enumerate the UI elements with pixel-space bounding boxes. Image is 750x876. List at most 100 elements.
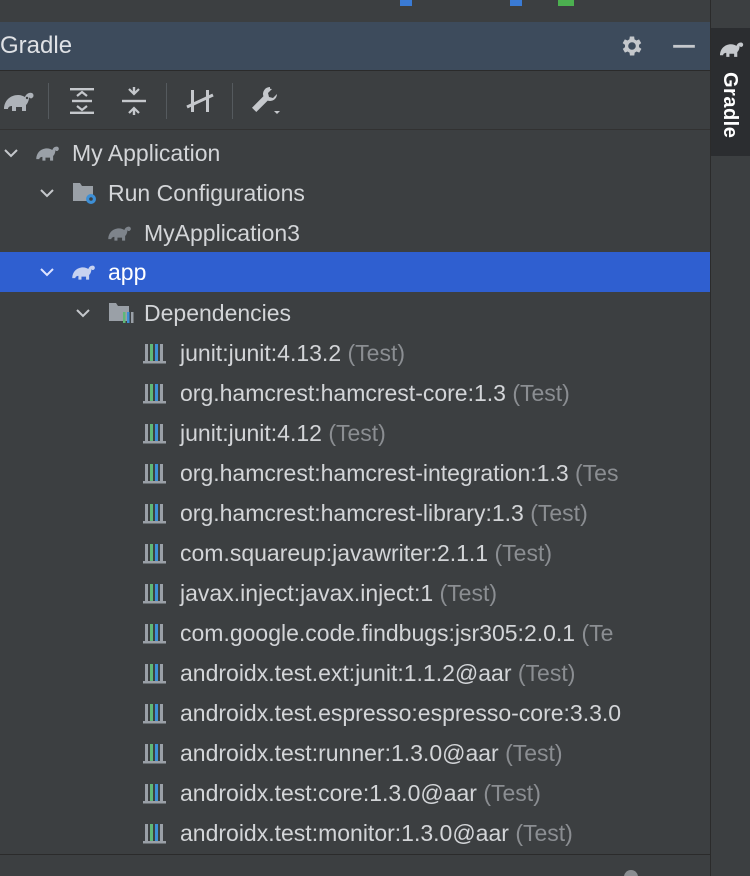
dependency-scope: (Test)	[505, 740, 563, 766]
chevron-down-icon[interactable]	[38, 184, 56, 202]
library-icon	[143, 824, 166, 844]
toolbar-indicator	[510, 0, 522, 6]
dependency-row[interactable]: androidx.test:monitor:1.3.0@aar (Test)	[0, 813, 710, 853]
library-icon	[143, 464, 166, 484]
bottom-status-strip	[0, 854, 710, 876]
expand-all-icon	[70, 88, 94, 114]
dependency-label: androidx.test.espresso:espresso-core:3.3…	[180, 693, 621, 733]
panel-title: Gradle	[0, 32, 73, 59]
dependency-scope: (Test)	[512, 380, 570, 406]
dependency-row[interactable]: org.hamcrest:hamcrest-library:1.3 (Test)	[0, 493, 710, 533]
dependency-name: com.squareup:javawriter:2.1.1	[180, 540, 489, 566]
dependency-scope: (Test)	[439, 580, 498, 606]
dependency-name: androidx.test:monitor:1.3.0@aar	[180, 820, 509, 846]
dependency-name: org.hamcrest:hamcrest-library:1.3	[180, 500, 524, 526]
panel-toolbar	[0, 71, 710, 130]
dependency-row[interactable]: junit:junit:4.13.2 (Test)	[0, 333, 710, 373]
settings-button[interactable]	[616, 30, 648, 62]
dependency-row[interactable]: org.hamcrest:hamcrest-integration:1.3 (T…	[0, 453, 710, 493]
tree-node-label: My Application	[72, 140, 221, 166]
library-icon	[143, 544, 166, 564]
dependency-label: org.hamcrest:hamcrest-core:1.3 (Test)	[180, 373, 570, 413]
chevron-down-icon[interactable]	[2, 144, 20, 162]
dependency-label: javax.inject:javax.inject:1 (Test)	[180, 573, 497, 613]
chevron-down-icon[interactable]	[74, 304, 92, 322]
gear-icon	[622, 36, 642, 56]
build-settings-button[interactable]	[248, 83, 284, 119]
collapse-all-icon	[122, 87, 146, 115]
dependency-label: junit:junit:4.12 (Test)	[180, 413, 386, 453]
dependency-name: org.hamcrest:hamcrest-integration:1.3	[180, 460, 569, 486]
dependency-row[interactable]: androidx.test.espresso:espresso-core:3.3…	[0, 693, 710, 733]
library-icon	[143, 744, 166, 764]
dependency-label: androidx.test:monitor:1.3.0@aar (Test)	[180, 813, 573, 853]
expand-all-button[interactable]	[64, 83, 100, 119]
library-icon	[143, 504, 166, 524]
dependency-row[interactable]: androidx.test:runner:1.3.0@aar (Test)	[0, 733, 710, 773]
dependency-label: androidx.test:runner:1.3.0@aar (Test)	[180, 733, 563, 773]
dependency-label: androidx.test.ext:junit:1.1.2@aar (Test)	[180, 653, 575, 693]
right-tool-strip: Gradle	[710, 0, 750, 876]
library-icon	[143, 704, 166, 724]
dependency-scope: (Test)	[517, 660, 576, 686]
tree-node-label: MyApplication3	[144, 220, 300, 246]
library-icon	[143, 344, 166, 364]
dependency-scope: (Test)	[515, 820, 573, 846]
folder-settings-icon	[73, 183, 96, 204]
dependency-scope: (Test)	[328, 420, 386, 446]
library-icon	[143, 784, 166, 804]
dependency-row[interactable]: javax.inject:javax.inject:1 (Test)	[0, 573, 710, 613]
dependency-name: junit:junit:4.13.2	[180, 340, 342, 366]
dependency-scope: (Tes	[575, 460, 619, 486]
library-icon	[143, 584, 166, 604]
tree-node-run-configurations[interactable]: Run Configurations	[0, 173, 710, 213]
dependency-row[interactable]: androidx.test:core:1.3.0@aar (Test)	[0, 773, 710, 813]
elephant-icon	[108, 226, 131, 241]
tree-node-app[interactable]: app	[0, 252, 710, 292]
dependency-row[interactable]: junit:junit:4.12 (Test)	[0, 413, 710, 453]
gradle-tool-window: Gradle My Application Run Configurations…	[0, 0, 750, 876]
dependency-label: com.squareup:javawriter:2.1.1 (Test)	[180, 533, 552, 573]
library-icon	[143, 424, 166, 444]
elephant-icon	[4, 92, 34, 111]
dependency-row[interactable]: org.hamcrest:hamcrest-core:1.3 (Test)	[0, 373, 710, 413]
folder-library-icon	[109, 303, 134, 323]
elephant-icon	[36, 146, 59, 161]
dependency-name: androidx.test.ext:junit:1.1.2@aar	[180, 660, 512, 686]
toolbar-indicator	[558, 0, 574, 6]
dependency-row[interactable]: androidx.test.ext:junit:1.1.2@aar (Test)	[0, 653, 710, 693]
dependency-row[interactable]: com.google.code.findbugs:jsr305:2.0.1 (T…	[0, 613, 710, 653]
minus-icon	[673, 44, 695, 48]
dependency-scope: (Test)	[347, 340, 406, 366]
dependency-scope: (Te	[581, 620, 614, 646]
gradle-tool-tab[interactable]: Gradle	[711, 28, 750, 156]
dependency-label: org.hamcrest:hamcrest-library:1.3 (Test)	[180, 493, 588, 533]
toggle-offline-button[interactable]	[182, 83, 218, 119]
top-toolbar-strip	[0, 0, 710, 23]
wrench-icon	[252, 87, 280, 114]
toolbar-separator	[232, 83, 233, 119]
offline-toggle-icon	[186, 90, 214, 112]
dependency-name: androidx.test:runner:1.3.0@aar	[180, 740, 499, 766]
tree-node-run-configuration-item[interactable]: MyApplication3	[0, 213, 710, 253]
chevron-down-icon[interactable]	[38, 263, 56, 281]
dependency-label: androidx.test:core:1.3.0@aar (Test)	[180, 773, 541, 813]
reload-gradle-button[interactable]	[0, 83, 36, 119]
gradle-tab-label-box: Gradle	[719, 72, 743, 148]
toolbar-separator	[48, 83, 49, 119]
panel-header: Gradle	[0, 22, 710, 71]
hide-panel-button[interactable]	[668, 30, 700, 62]
dependency-row[interactable]: com.squareup:javawriter:2.1.1 (Test)	[0, 533, 710, 573]
dependency-name: javax.inject:javax.inject:1	[180, 580, 434, 606]
tree-node-label: Run Configurations	[108, 180, 305, 206]
library-icon	[143, 384, 166, 404]
dependency-name: com.google.code.findbugs:jsr305:2.0.1	[180, 620, 576, 646]
collapse-all-button[interactable]	[116, 83, 152, 119]
dependency-name: androidx.test:core:1.3.0@aar	[180, 780, 477, 806]
library-icon	[143, 664, 166, 684]
tree-node-dependencies[interactable]: Dependencies	[0, 293, 710, 333]
dependency-label: org.hamcrest:hamcrest-integration:1.3 (T…	[180, 453, 618, 493]
dependency-name: junit:junit:4.12	[180, 420, 322, 446]
tree-node-my-application[interactable]: My Application	[0, 133, 710, 173]
gear-icon	[624, 870, 638, 876]
